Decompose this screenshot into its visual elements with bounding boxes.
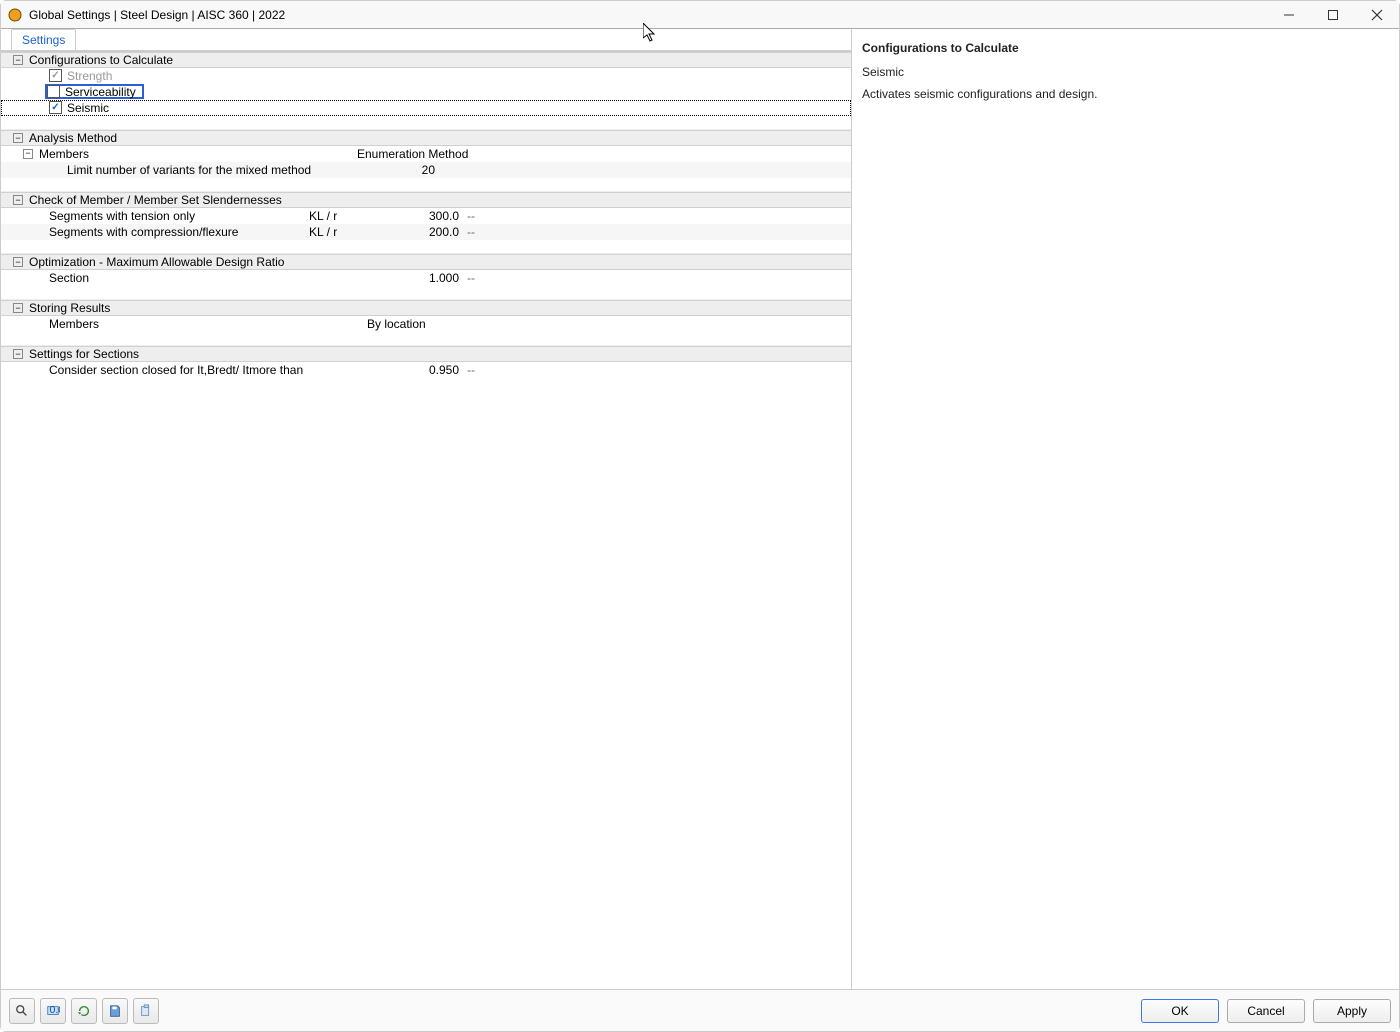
dash: -- xyxy=(467,225,487,239)
group-settings-sections[interactable]: − Settings for Sections xyxy=(1,346,851,362)
checkbox-strength[interactable] xyxy=(49,69,62,82)
value-enumeration-method[interactable]: Enumeration Method xyxy=(357,147,497,161)
value-tension[interactable]: 300.0 xyxy=(367,209,467,223)
checkbox-serviceability[interactable] xyxy=(47,85,60,98)
value-limit-variants[interactable]: 20 xyxy=(373,163,435,177)
group-analysis-method[interactable]: − Analysis Method xyxy=(1,130,851,146)
label-serviceability: Serviceability xyxy=(65,85,136,99)
save-button[interactable] xyxy=(102,998,128,1024)
checkbox-seismic[interactable] xyxy=(49,101,62,114)
cancel-button[interactable]: Cancel xyxy=(1227,999,1305,1023)
window-title: Global Settings | Steel Design | AISC 36… xyxy=(29,8,285,22)
row-section-ratio[interactable]: Section 1.000 -- xyxy=(1,270,851,286)
apply-button[interactable]: Apply xyxy=(1313,999,1391,1023)
group-slenderness[interactable]: − Check of Member / Member Set Slenderne… xyxy=(1,192,851,208)
value-section[interactable]: 1.000 xyxy=(367,271,467,285)
group-optimization[interactable]: − Optimization - Maximum Allowable Desig… xyxy=(1,254,851,270)
maximize-button[interactable] xyxy=(1311,1,1355,29)
units-button[interactable]: 0.00 xyxy=(40,998,66,1024)
dash: -- xyxy=(467,209,487,223)
row-members-method[interactable]: − Members Enumeration Method xyxy=(1,146,851,162)
group-title: Check of Member / Member Set Slenderness… xyxy=(29,193,282,207)
svg-text:0.00: 0.00 xyxy=(50,1004,61,1016)
search-button[interactable] xyxy=(9,998,35,1024)
group-title: Storing Results xyxy=(29,301,110,315)
label-storing-members: Members xyxy=(49,317,309,331)
app-icon xyxy=(7,7,23,23)
row-serviceability[interactable]: Serviceability xyxy=(1,84,851,100)
group-title: Configurations to Calculate xyxy=(29,53,173,67)
label-limit-variants: Limit number of variants for the mixed m… xyxy=(67,163,315,177)
tab-settings[interactable]: Settings xyxy=(11,29,76,50)
collapse-icon[interactable]: − xyxy=(13,55,23,65)
help-description: Activates seismic configurations and des… xyxy=(862,87,1389,101)
collapse-icon[interactable]: − xyxy=(13,349,23,359)
group-title: Optimization - Maximum Allowable Design … xyxy=(29,255,284,269)
dash: -- xyxy=(467,363,487,377)
refresh-button[interactable] xyxy=(71,998,97,1024)
collapse-icon[interactable]: − xyxy=(13,133,23,143)
label-closed-section: Consider section closed for It,Bredt / I… xyxy=(49,363,309,377)
label-tension: Segments with tension only xyxy=(49,209,309,223)
label-section: Section xyxy=(49,271,309,285)
group-title: Settings for Sections xyxy=(29,347,139,361)
row-seismic[interactable]: Seismic xyxy=(1,100,851,116)
collapse-icon[interactable]: − xyxy=(13,195,23,205)
label-compression: Segments with compression/flexure xyxy=(49,225,309,239)
value-compression[interactable]: 200.0 xyxy=(367,225,467,239)
row-strength[interactable]: Strength xyxy=(1,68,851,84)
help-title: Configurations to Calculate xyxy=(862,41,1389,55)
ok-button[interactable]: OK xyxy=(1141,999,1219,1023)
close-button[interactable] xyxy=(1355,1,1399,29)
group-title: Analysis Method xyxy=(29,131,117,145)
titlebar: Global Settings | Steel Design | AISC 36… xyxy=(1,1,1399,29)
unit-tension: KL / r xyxy=(309,209,367,223)
collapse-icon[interactable]: − xyxy=(13,257,23,267)
collapse-icon[interactable]: − xyxy=(23,149,33,159)
minimize-button[interactable] xyxy=(1267,1,1311,29)
row-tension[interactable]: Segments with tension only KL / r 300.0 … xyxy=(1,208,851,224)
value-closed-section[interactable]: 0.950 xyxy=(367,363,467,377)
collapse-icon[interactable]: − xyxy=(13,303,23,313)
dash: -- xyxy=(467,271,487,285)
bottom-toolbar: 0.00 OK Cancel Apply xyxy=(1,989,1399,1031)
label-seismic: Seismic xyxy=(67,101,109,115)
row-limit-variants[interactable]: Limit number of variants for the mixed m… xyxy=(1,162,851,178)
group-storing-results[interactable]: − Storing Results xyxy=(1,300,851,316)
value-storing-members[interactable]: By location xyxy=(367,317,467,331)
row-compression[interactable]: Segments with compression/flexure KL / r… xyxy=(1,224,851,240)
help-subtitle: Seismic xyxy=(862,65,1389,79)
label-strength: Strength xyxy=(67,69,112,83)
group-configurations[interactable]: − Configurations to Calculate xyxy=(1,52,851,68)
clipboard-button[interactable] xyxy=(133,998,159,1024)
help-panel: Configurations to Calculate Seismic Acti… xyxy=(851,29,1399,989)
label-members: Members xyxy=(39,147,299,161)
row-storing-members[interactable]: Members By location xyxy=(1,316,851,332)
unit-compression: KL / r xyxy=(309,225,367,239)
settings-panel: Settings − Configurations to Calculate S… xyxy=(1,29,851,989)
row-closed-section[interactable]: Consider section closed for It,Bredt / I… xyxy=(1,362,851,378)
